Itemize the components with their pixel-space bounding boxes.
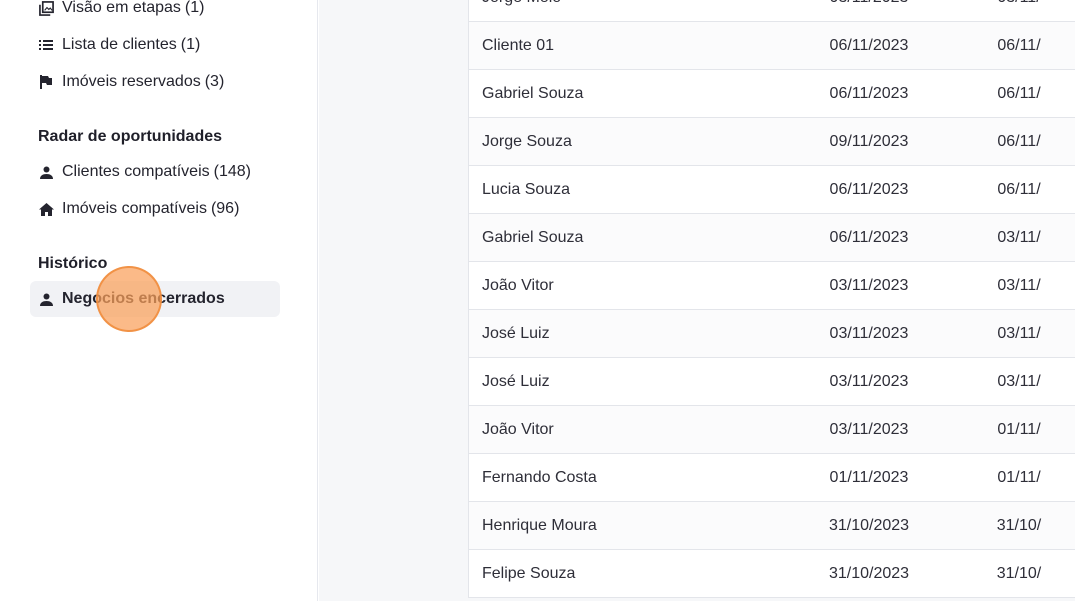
client-name-cell: Jorge Souza: [482, 132, 572, 150]
table-row[interactable]: Lucia Souza 06/11/2023 06/11/: [469, 166, 1075, 214]
sidebar-item-label: Visão em etapas: [62, 0, 181, 16]
date-cell: 31/10/2023: [828, 516, 910, 534]
flag-icon: [38, 74, 54, 90]
client-name-cell: Felipe Souza: [482, 564, 576, 582]
client-name-cell: José Luiz: [482, 324, 550, 342]
date-cell: 31/10/: [996, 564, 1042, 582]
date-cell: 06/11/: [997, 84, 1041, 102]
sidebar-item-clientes-compativeis[interactable]: Clientes compatíveis (148): [30, 154, 280, 190]
sidebar-item-imoveis-compativeis[interactable]: Imóveis compatíveis (96): [30, 191, 280, 227]
date-cell: 31/10/: [996, 516, 1042, 534]
date-cell: 03/11/2023: [829, 372, 909, 390]
client-name-cell: João Vitor: [482, 420, 554, 438]
client-name-cell: Cliente 01: [482, 36, 555, 54]
date-cell: 03/11/2023: [829, 324, 909, 342]
person-icon: [38, 291, 54, 307]
sidebar-item-count: (3): [204, 73, 225, 90]
client-name-cell: Gabriel Souza: [482, 228, 584, 246]
table-row[interactable]: Henrique Moura 31/10/2023 31/10/: [469, 502, 1075, 550]
sidebar-item-label: Negocios encerrados: [62, 290, 225, 307]
date-cell: 03/11/2023: [829, 276, 909, 294]
date-cell: 03/11/: [997, 324, 1041, 342]
date-cell: 01/11/: [997, 420, 1041, 438]
table-row[interactable]: Felipe Souza 31/10/2023 31/10/: [469, 550, 1075, 598]
date-cell: 03/11/2023: [829, 420, 909, 438]
client-name-cell: Jorge Melo: [469, 0, 809, 7]
date-cell: 06/11/2023: [829, 180, 909, 198]
date-cell: 03/11/: [959, 0, 1075, 7]
deals-table: Jorge Melo03/11/202303/11/Cliente 0106/1…: [468, 0, 1075, 598]
table-row[interactable]: João Vitor 03/11/2023 01/11/: [469, 406, 1075, 454]
sidebar-item-label: Imóveis compatíveis: [62, 200, 207, 217]
client-name-cell: Lucia Souza: [482, 180, 571, 198]
date-cell: 06/11/2023: [829, 228, 909, 246]
date-cell: 06/11/: [997, 132, 1041, 150]
client-name-cell: José Luiz: [482, 372, 550, 390]
sidebar-item-label: Clientes compatíveis: [62, 163, 210, 180]
client-name-cell: João Vitor: [482, 276, 554, 294]
date-cell: 03/11/: [997, 276, 1041, 294]
sidebar-item-visao-etapas[interactable]: Visão em etapas (1): [30, 0, 280, 26]
date-cell: 06/11/: [997, 180, 1041, 198]
table-row[interactable]: José Luiz 03/11/2023 03/11/: [469, 358, 1075, 406]
section-title-radar: Radar de oportunidades: [38, 128, 223, 145]
date-cell: 06/11/2023: [829, 36, 909, 54]
sidebar: Visão em etapas (1) Lista de clientes (1…: [0, 0, 318, 601]
table-row[interactable]: João Vitor 03/11/2023 03/11/: [469, 262, 1075, 310]
album-icon: [38, 0, 54, 16]
table-row[interactable]: Jorge Souza 09/11/2023 06/11/: [469, 118, 1075, 166]
sidebar-item-count: (96): [210, 200, 240, 217]
sidebar-item-label: Lista de clientes: [62, 36, 177, 53]
date-cell: 01/11/2023: [829, 468, 909, 486]
client-name-cell: Gabriel Souza: [482, 84, 584, 102]
sidebar-item-count: (148): [213, 163, 251, 180]
table-row[interactable]: Fernando Costa 01/11/2023 01/11/: [469, 454, 1075, 502]
main-content: Jorge Melo03/11/202303/11/Cliente 0106/1…: [319, 0, 1075, 601]
home-icon: [38, 201, 54, 217]
sidebar-item-count: (1): [184, 0, 205, 16]
date-cell: 03/11/: [997, 372, 1041, 390]
sidebar-item-label: Imóveis reservados: [62, 73, 201, 90]
date-cell: 03/11/: [997, 228, 1041, 246]
sidebar-item-negocios-encerrados[interactable]: Negocios encerrados: [30, 281, 280, 317]
table-row[interactable]: José Luiz 03/11/2023 03/11/: [469, 310, 1075, 358]
date-cell: 31/10/2023: [828, 564, 910, 582]
client-name-cell: Henrique Moura: [482, 516, 597, 534]
table-row[interactable]: Jorge Melo03/11/2023 03/11/: [469, 0, 1075, 22]
list-icon: [38, 37, 54, 53]
table-row[interactable]: Gabriel Souza 06/11/2023 03/11/: [469, 214, 1075, 262]
date-cell: 03/11/2023: [809, 0, 929, 7]
date-cell: 06/11/2023: [829, 84, 909, 102]
section-title-historico: Histórico: [38, 255, 108, 272]
person-icon: [38, 164, 54, 180]
sidebar-item-lista-clientes[interactable]: Lista de clientes (1): [30, 27, 280, 63]
date-cell: 09/11/2023: [829, 132, 909, 150]
date-cell: 01/11/: [997, 468, 1041, 486]
table-row[interactable]: Gabriel Souza 06/11/2023 06/11/: [469, 70, 1075, 118]
sidebar-item-count: (1): [180, 36, 201, 53]
table-row[interactable]: Cliente 01 06/11/2023 06/11/: [469, 22, 1075, 70]
date-cell: 06/11/: [997, 36, 1041, 54]
client-name-cell: Fernando Costa: [482, 468, 597, 486]
sidebar-item-imoveis-reservados[interactable]: Imóveis reservados (3): [30, 64, 280, 100]
